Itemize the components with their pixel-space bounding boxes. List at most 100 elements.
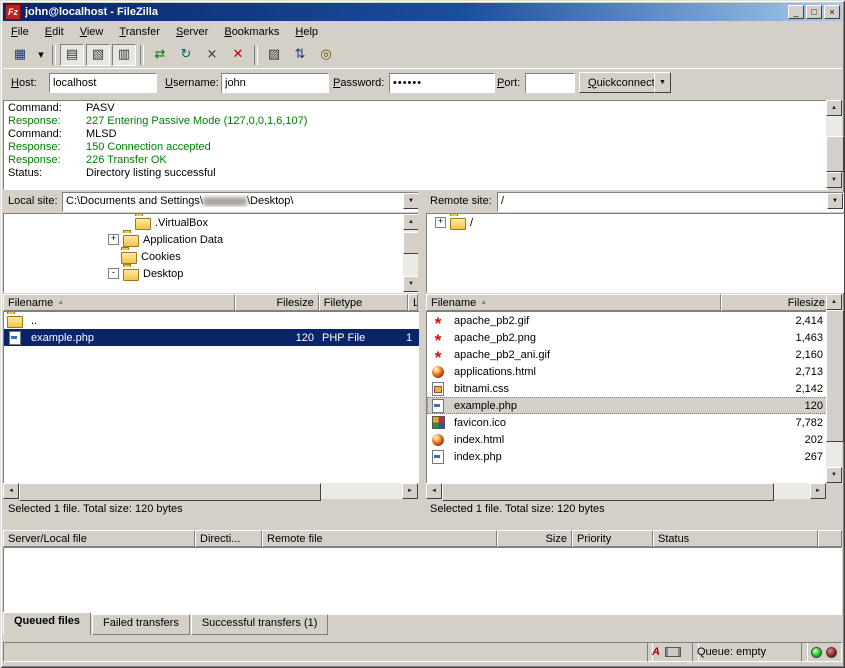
directory-comparison-button[interactable]: ▨ [262, 44, 286, 66]
scroll-left-button[interactable]: ◄ [3, 483, 19, 499]
combo-dropdown-icon[interactable]: ▼ [827, 193, 843, 209]
scroll-right-button[interactable]: ► [402, 483, 418, 499]
column-header-filesize[interactable]: Filesize [235, 294, 318, 311]
expand-plus-icon[interactable]: + [108, 234, 119, 245]
scrollbar-thumb[interactable] [442, 483, 774, 501]
file-row[interactable]: *apache_pb2.gif2,414 [427, 312, 827, 329]
scrollbar-thumb[interactable] [826, 310, 844, 442]
combo-dropdown-icon[interactable]: ▼ [403, 193, 419, 209]
file-name: bitnami.css [450, 383, 718, 395]
column-header-filename[interactable]: Filename▲ [3, 294, 235, 311]
scroll-right-button[interactable]: ► [810, 483, 826, 499]
column-header-server-local-file[interactable]: Server/Local file [3, 530, 195, 547]
find-files-button[interactable]: ◎ [314, 44, 338, 66]
file-row-example-php[interactable]: example.php 120 PHP File 1 [4, 329, 419, 346]
column-header-priority[interactable]: Priority [572, 530, 653, 547]
cancel-button[interactable]: ✕ [226, 44, 250, 66]
column-header-filesize[interactable]: Filesize [721, 294, 830, 311]
tree-item-application-data[interactable]: + Application Data [4, 231, 419, 248]
scrollbar-thumb[interactable] [19, 483, 321, 501]
maximize-button[interactable]: □ [806, 5, 822, 19]
scrollbar-thumb[interactable] [826, 136, 844, 172]
log-vertical-scrollbar[interactable]: ▲ ▼ [826, 100, 842, 188]
file-size: 202 [718, 434, 827, 446]
site-manager-dropdown-icon[interactable]: ▼ [34, 44, 48, 66]
quickconnect-dropdown-icon[interactable]: ▼ [654, 72, 671, 93]
scroll-down-button[interactable]: ▼ [826, 467, 842, 483]
local-site-combo[interactable]: C:\Documents and Settings\\Desktop\ ▼ [62, 192, 420, 212]
file-row[interactable]: applications.html2,713 [427, 363, 827, 380]
scroll-down-button[interactable]: ▼ [826, 172, 842, 188]
remote-list-vertical-scrollbar[interactable]: ▲ ▼ [826, 294, 842, 483]
file-row-selected[interactable]: example.php120 [427, 397, 827, 414]
local-tree-vertical-scrollbar[interactable]: ▲ ▼ [403, 214, 419, 292]
tree-item-virtualbox[interactable]: .VirtualBox [4, 214, 419, 231]
port-input[interactable] [525, 73, 575, 93]
column-header-direction[interactable]: Directi... [195, 530, 262, 547]
tree-item-root[interactable]: + / [427, 214, 843, 231]
remote-list-horizontal-scrollbar[interactable]: ◄ ► [426, 483, 826, 499]
local-list-horizontal-scrollbar[interactable]: ◄ ► [3, 483, 418, 499]
file-type: PHP File [318, 332, 402, 344]
collapse-minus-icon[interactable]: - [108, 268, 119, 279]
site-manager-button[interactable]: ▦ [8, 44, 32, 66]
file-row[interactable]: index.html202 [427, 431, 827, 448]
scroll-up-button[interactable]: ▲ [403, 214, 419, 230]
tree-item-desktop[interactable]: - Desktop [4, 265, 419, 282]
scroll-up-button[interactable]: ▲ [826, 294, 842, 310]
file-row[interactable]: favicon.ico7,782 [427, 414, 827, 431]
expand-plus-icon[interactable]: + [435, 217, 446, 228]
titlebar[interactable]: Fz john@localhost - FileZilla _ □ × [3, 3, 842, 21]
menu-transfer[interactable]: Transfer [111, 24, 168, 40]
synchronized-browsing-button[interactable]: ⇅ [288, 44, 312, 66]
file-row[interactable]: *apache_pb2.png1,463 [427, 329, 827, 346]
column-header-filetype[interactable]: Filetype [319, 294, 408, 311]
menu-file[interactable]: File [3, 24, 37, 40]
column-header-filename[interactable]: Filename▲ [426, 294, 721, 311]
tab-successful-transfers[interactable]: Successful transfers (1) [191, 614, 329, 635]
disconnect-button[interactable]: × [200, 44, 224, 66]
column-header-last-modified[interactable]: Last modified [408, 294, 418, 311]
queue-list[interactable] [3, 547, 842, 615]
vertical-splitter[interactable] [418, 191, 426, 521]
column-header-status[interactable]: Status [653, 530, 818, 547]
remote-site-combo[interactable]: / ▼ [497, 192, 844, 212]
scroll-left-button[interactable]: ◄ [426, 483, 442, 499]
username-input[interactable] [221, 73, 329, 93]
menu-edit[interactable]: Edit [37, 24, 72, 40]
refresh-button[interactable]: ⇄ [148, 44, 172, 66]
tab-queued-files[interactable]: Queued files [3, 612, 91, 635]
menu-bookmarks[interactable]: Bookmarks [216, 24, 287, 40]
file-row-parent-dir[interactable]: .. [4, 312, 419, 329]
menu-help[interactable]: Help [287, 24, 326, 40]
scroll-down-button[interactable]: ▼ [403, 276, 419, 292]
php-file-icon [7, 331, 23, 344]
file-row[interactable]: index.php267 [427, 448, 827, 465]
reconnect-button[interactable]: ↻ [174, 44, 198, 66]
log-label: Status: [4, 167, 86, 180]
toggle-transfer-queue-button[interactable]: ▥ [112, 44, 136, 66]
tree-item-label: Desktop [143, 268, 183, 280]
menu-server[interactable]: Server [168, 24, 216, 40]
folder-icon [7, 314, 23, 327]
column-header-remote-file[interactable]: Remote file [262, 530, 497, 547]
tab-failed-transfers[interactable]: Failed transfers [92, 614, 190, 635]
log-label: Command: [4, 102, 86, 115]
log-line: Status:Directory listing successful [4, 167, 827, 180]
toggle-message-log-button[interactable]: ▤ [60, 44, 84, 66]
tree-item-cookies[interactable]: Cookies [4, 248, 419, 265]
menu-view[interactable]: View [72, 24, 112, 40]
password-input[interactable] [389, 73, 495, 93]
scroll-up-button[interactable]: ▲ [826, 100, 842, 116]
minimize-button[interactable]: _ [788, 5, 804, 19]
quickconnect-button[interactable]: Quickconnect [579, 72, 664, 93]
toggle-directory-trees-button[interactable]: ▧ [86, 44, 110, 66]
horizontal-splitter[interactable] [3, 519, 842, 529]
file-row[interactable]: bitnami.css2,142 [427, 380, 827, 397]
close-button[interactable]: × [824, 5, 840, 19]
filezilla-logo-icon[interactable]: Fz [5, 4, 21, 20]
file-row[interactable]: *apache_pb2_ani.gif2,160 [427, 346, 827, 363]
host-input[interactable] [49, 73, 157, 93]
queue-header: Server/Local file Directi... Remote file… [3, 530, 842, 547]
column-header-size[interactable]: Size [497, 530, 572, 547]
